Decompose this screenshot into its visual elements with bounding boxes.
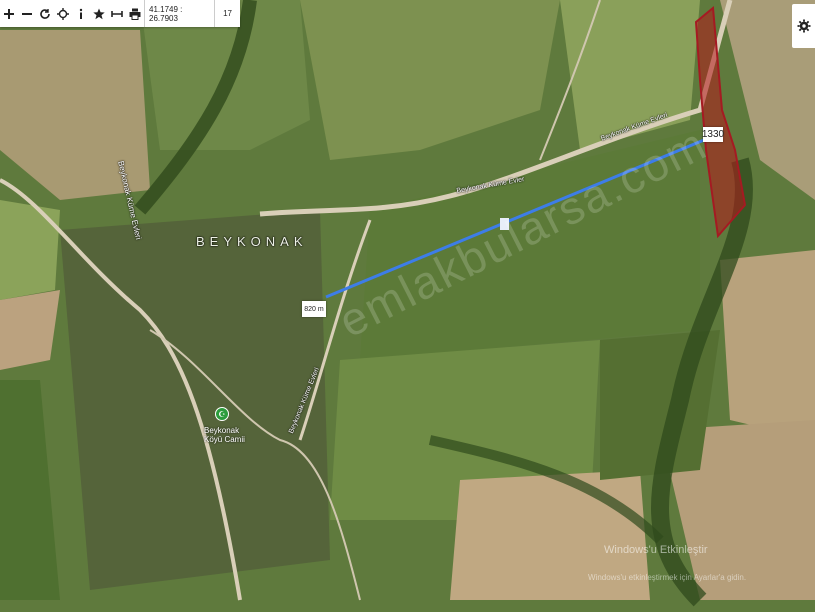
info-button[interactable] xyxy=(72,2,90,26)
poi-label-mosque: Beykonak Köyü Camii xyxy=(204,426,245,444)
plus-icon xyxy=(4,8,14,19)
minus-icon xyxy=(22,12,32,15)
gear-icon xyxy=(797,19,810,33)
map-toolbar: 41.1749 : 26.7903 17 xyxy=(0,0,240,27)
favorite-button[interactable] xyxy=(90,2,108,26)
zoom-out-button[interactable] xyxy=(18,2,36,26)
measure-button[interactable] xyxy=(108,2,126,26)
distance-start-label: 820 m xyxy=(302,301,326,317)
village-label: BEYKONAK xyxy=(196,234,308,249)
refresh-icon xyxy=(40,8,50,19)
zoom-in-button[interactable] xyxy=(0,2,18,26)
settings-button[interactable] xyxy=(792,4,815,48)
windows-activation-title: Windows'u Etkinleştir xyxy=(604,544,708,556)
locate-icon xyxy=(57,7,69,20)
print-button[interactable] xyxy=(126,2,144,26)
print-icon xyxy=(129,8,141,20)
measure-icon xyxy=(111,10,123,17)
coordinates-readout: 41.1749 : 26.7903 xyxy=(144,0,214,27)
star-icon xyxy=(93,8,105,19)
windows-activation-subtitle: Windows'u etkinleştirmek için Ayarlar'a … xyxy=(588,573,747,582)
mosque-marker-icon[interactable]: ☪ xyxy=(215,407,229,421)
refresh-button[interactable] xyxy=(36,2,54,26)
distance-end-label: 1330 xyxy=(701,127,725,142)
locate-button[interactable] xyxy=(54,2,72,26)
info-icon xyxy=(79,8,83,19)
zoom-level-readout: 17 xyxy=(214,0,240,27)
